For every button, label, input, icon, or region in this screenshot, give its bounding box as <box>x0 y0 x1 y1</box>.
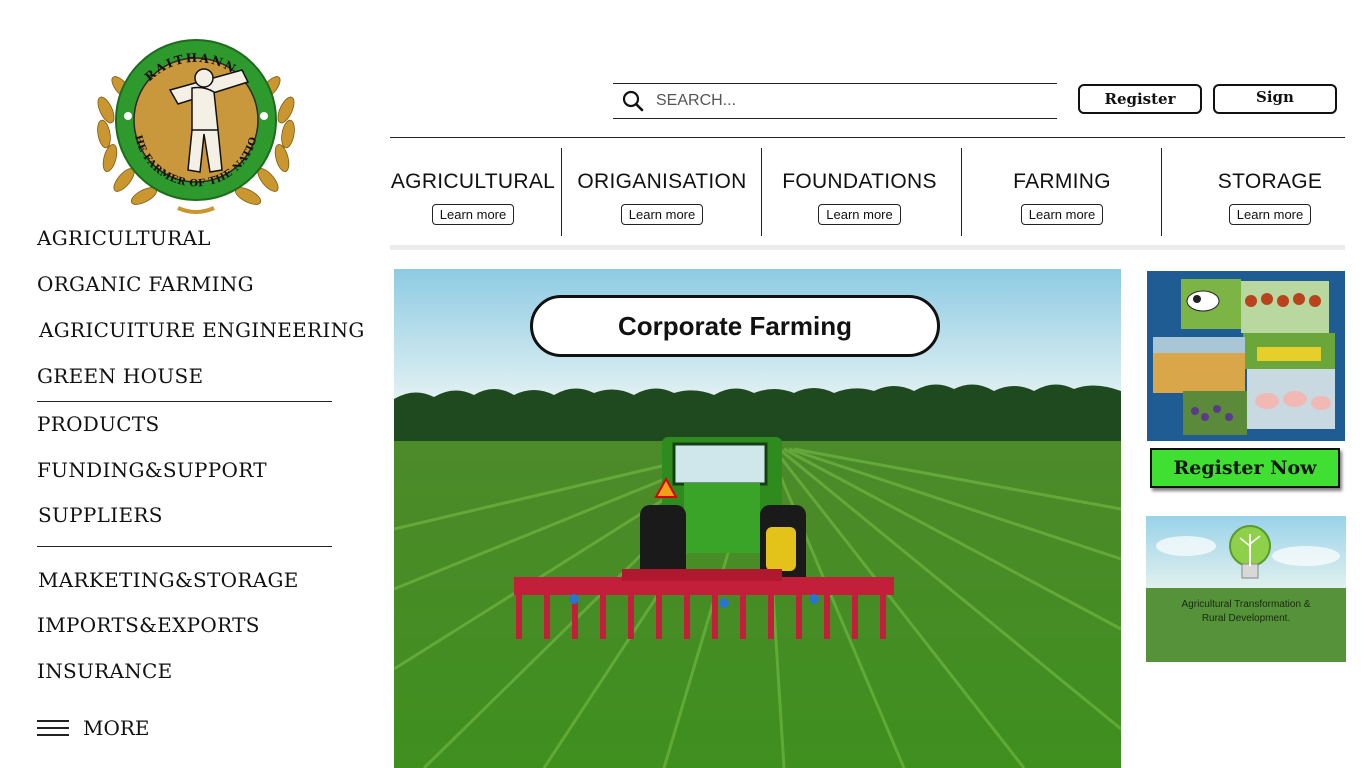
site-logo[interactable]: RAITHANNA THE FARMER OF THE NATION <box>87 22 300 220</box>
sidebar-item-insurance[interactable]: INSURANCE <box>37 659 173 683</box>
rural-development-caption: Agricultural Transformation & Rural Deve… <box>1146 598 1346 626</box>
sidebar-item-suppliers[interactable]: SUPPLIERS <box>38 503 163 527</box>
category-title: AGRICULTURAL <box>390 170 556 193</box>
learn-more-button[interactable]: Learn more <box>1228 204 1312 225</box>
logo-emblem: RAITHANNA THE FARMER OF THE NATION <box>87 22 295 214</box>
caption-line-2: Rural Development. <box>1201 613 1291 624</box>
learn-more-button[interactable]: Learn more <box>620 204 704 225</box>
register-button[interactable]: Register <box>1078 84 1202 114</box>
sidebar-item-agriculture-engineering[interactable]: AGRICUITURE ENGINEERING <box>39 318 365 342</box>
category-divider <box>761 148 762 236</box>
bulb-tree-image <box>1146 516 1346 662</box>
sidebar-item-green-house[interactable]: GREEN HOUSE <box>37 364 203 388</box>
register-now-button[interactable]: Register Now <box>1150 448 1340 488</box>
category-agricultural: AGRICULTURAL Learn more <box>390 148 556 236</box>
sidebar-item-organic-farming[interactable]: ORGANIC FARMING <box>37 272 254 296</box>
category-bar: AGRICULTURAL Learn more ORIGANISATION Le… <box>390 148 1345 236</box>
livestock-collage-ad[interactable] <box>1147 271 1345 441</box>
category-title: FARMING <box>1013 170 1111 193</box>
sidebar-divider <box>37 401 332 402</box>
sidebar-divider <box>37 546 332 547</box>
category-title: FOUNDATIONS <box>782 170 937 193</box>
category-divider <box>561 148 562 236</box>
header-divider <box>390 137 1345 138</box>
category-foundations: FOUNDATIONS Learn more <box>772 148 947 236</box>
learn-more-button[interactable]: Learn more <box>1020 204 1104 225</box>
corporate-farming-badge[interactable]: Corporate Farming <box>530 295 940 357</box>
category-title: ORIGANISATION <box>577 170 747 193</box>
search-icon[interactable] <box>622 90 644 112</box>
sign-button[interactable]: Sign <box>1213 84 1337 114</box>
sidebar-item-funding-support[interactable]: FUNDING&SUPPORT <box>37 458 267 482</box>
caption-line-1: Agricultural Transformation & <box>1181 599 1311 610</box>
category-divider <box>1161 148 1162 236</box>
category-origanisation: ORIGANISATION Learn more <box>572 148 752 236</box>
category-title: STORAGE <box>1217 170 1323 193</box>
sidebar-item-imports-exports[interactable]: IMPORTS&EXPORTS <box>37 613 260 637</box>
hero-banner[interactable]: Corporate Farming <box>394 269 1121 768</box>
category-storage: STORAGE Learn more <box>1180 148 1360 236</box>
more-label: MORE <box>83 716 150 740</box>
search-input[interactable] <box>654 91 1038 111</box>
search-bar[interactable] <box>613 83 1057 119</box>
category-bar-shadow <box>390 245 1345 250</box>
category-divider <box>961 148 962 236</box>
learn-more-button[interactable]: Learn more <box>431 204 515 225</box>
sidebar-item-products[interactable]: PRODUCTS <box>37 412 160 436</box>
category-farming: FARMING Learn more <box>972 148 1152 236</box>
hamburger-menu-icon <box>37 718 69 738</box>
livestock-collage-image <box>1147 271 1345 441</box>
more-menu-button[interactable]: MORE <box>37 716 150 740</box>
rural-development-ad[interactable]: Agricultural Transformation & Rural Deve… <box>1146 516 1346 662</box>
learn-more-button[interactable]: Learn more <box>818 204 901 225</box>
sidebar-item-agricultural[interactable]: AGRICULTURAL <box>37 226 211 250</box>
sidebar-item-marketing-storage[interactable]: MARKETING&STORAGE <box>38 568 299 592</box>
